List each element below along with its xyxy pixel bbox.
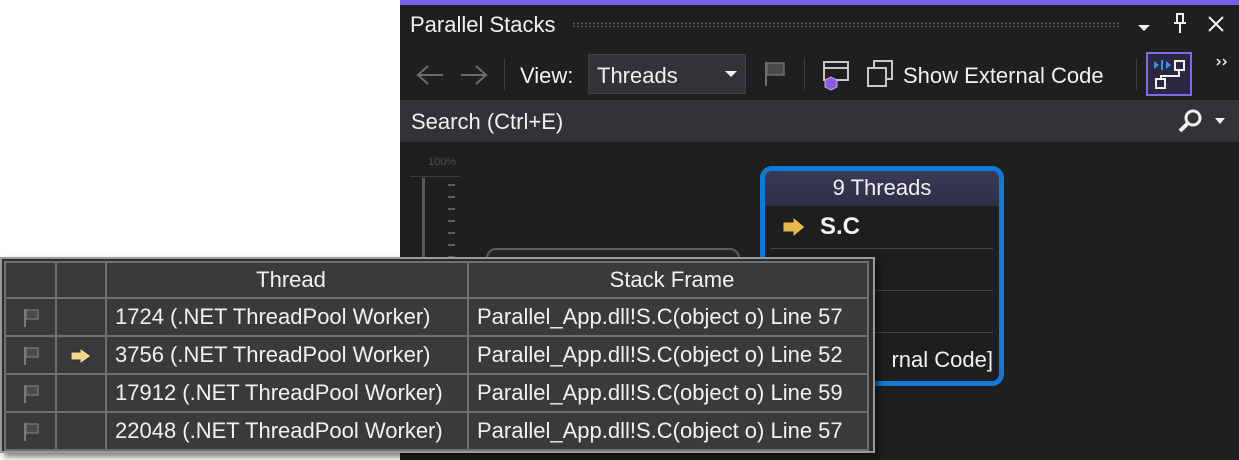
toolbar: View: Threads Show External Code [400,50,1239,98]
current-thread-cell [55,335,107,375]
thread-cell: 3756 (.NET ThreadPool Worker) [105,335,469,375]
chevron-down-icon[interactable] [1133,13,1155,39]
table-row[interactable]: 22048 (.NET ThreadPool Worker) Parallel_… [4,411,869,451]
overflow-chevron-icon[interactable] [1212,52,1232,72]
toolbar-separator [504,58,505,90]
stack-frame-cell: Parallel_App.dll!S.C(object o) Line 57 [467,297,869,337]
view-dropdown[interactable]: Threads [588,54,746,94]
window-title: Parallel Stacks [410,12,556,37]
method-view-icon[interactable] [816,58,850,92]
title-grip[interactable] [572,22,1120,28]
dropdown-caret-icon [725,71,737,77]
flag-icon[interactable] [760,58,790,90]
search-options-caret-icon[interactable] [1215,118,1225,124]
table-row[interactable]: 1724 (.NET ThreadPool Worker) Parallel_A… [4,297,869,337]
thread-cell: 1724 (.NET ThreadPool Worker) [105,297,469,337]
thread-cell: 22048 (.NET ThreadPool Worker) [105,411,469,451]
show-external-code-label[interactable]: Show External Code [903,63,1104,89]
table-row[interactable]: 17912 (.NET ThreadPool Worker) Parallel_… [4,373,869,413]
zoom-divider [410,176,460,177]
flag-column-header [4,261,57,299]
view-label: View: [520,63,574,88]
current-thread-cell [55,373,107,413]
thread-cell: 17912 (.NET ThreadPool Worker) [105,373,469,413]
threads-tooltip: Thread Stack Frame 1724 (.NET ThreadPool… [0,257,875,453]
current-thread-cell [55,297,107,337]
thread-column-header: Thread [105,261,469,299]
threads-table: Thread Stack Frame 1724 (.NET ThreadPool… [4,261,869,451]
toolbar-separator [1136,58,1137,90]
thread-count-header[interactable]: 9 Threads [765,171,999,206]
stack-frame-column-header: Stack Frame [467,261,869,299]
title-accent-bar [400,0,1239,5]
search-input[interactable]: Search (Ctrl+E) [400,100,1239,142]
flag-icon[interactable] [4,335,57,375]
title-actions [1133,12,1227,40]
current-column-header [55,261,107,299]
search-placeholder: Search (Ctrl+E) [411,109,564,134]
flag-icon[interactable] [4,411,57,451]
zoom-label: 100% [428,156,457,168]
current-thread-arrow-icon [781,215,807,239]
current-thread-cell [55,411,107,451]
stack-frame-row[interactable]: S.C [771,207,993,249]
flag-icon[interactable] [4,297,57,337]
stack-frame-cell: Parallel_App.dll!S.C(object o) Line 57 [467,411,869,451]
current-thread-arrow-icon [70,347,92,366]
back-arrow-icon[interactable] [414,60,446,90]
stack-frame-cell: Parallel_App.dll!S.C(object o) Line 52 [467,335,869,375]
forward-arrow-icon[interactable] [458,60,490,90]
table-header-row: Thread Stack Frame [4,261,869,299]
stack-frame-name: S.C [820,213,861,240]
view-dropdown-value: Threads [597,63,678,88]
table-row[interactable]: 3756 (.NET ThreadPool Worker) Parallel_A… [4,335,869,375]
external-code-icon[interactable] [864,58,896,90]
flag-icon[interactable] [4,373,57,413]
stack-frame-cell: Parallel_App.dll!S.C(object o) Line 59 [467,373,869,413]
search-icon[interactable] [1177,108,1203,134]
close-icon[interactable] [1205,13,1227,39]
pin-icon[interactable] [1169,12,1191,40]
toolbar-separator [804,58,805,90]
auto-scroll-toggle-icon[interactable] [1146,52,1192,96]
